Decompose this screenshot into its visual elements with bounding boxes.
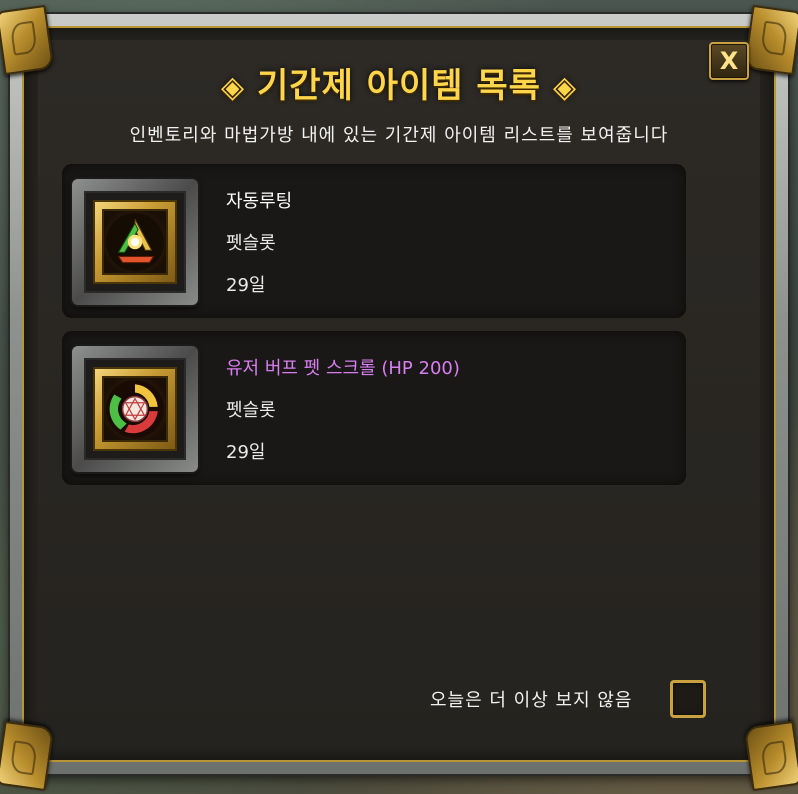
item-type: 펫슬롯 <box>226 233 276 254</box>
item-duration: 29일 <box>226 442 266 463</box>
item-type: 펫슬롯 <box>226 400 276 421</box>
item-row[interactable]: 유저 버프 펫 스크롤 (HP 200) 펫슬롯 29일 <box>62 331 686 485</box>
item-slot <box>72 346 198 472</box>
item-slot-frame <box>84 358 186 460</box>
corner-ornament-bottom-left <box>0 720 55 792</box>
item-name: 유저 버프 펫 스크롤 (HP 200) <box>226 358 460 379</box>
item-slot-frame <box>84 191 186 293</box>
dont-show-today-checkbox[interactable] <box>670 680 706 718</box>
item-slot-gold-border <box>93 200 177 284</box>
item-row[interactable]: 자동루팅 펫슬롯 29일 <box>62 164 686 318</box>
corner-ornament-bottom-right <box>743 720 798 792</box>
dont-show-today-label: 오늘은 더 이상 보지 않음 <box>430 690 633 711</box>
title-diamond-right-icon: ◈ <box>552 70 578 105</box>
auto-loot-icon-graphic <box>106 213 164 271</box>
title-diamond-left-icon: ◈ <box>220 70 246 105</box>
item-name: 자동루팅 <box>226 191 293 212</box>
dialog-title: ◈ 기간제 아이템 목록 ◈ <box>0 58 798 107</box>
auto-loot-icon <box>102 209 168 275</box>
close-button[interactable]: X <box>709 42 749 80</box>
buff-scroll-icon-graphic <box>106 380 164 438</box>
game-scene: ◈ 기간제 아이템 목록 ◈ X 인벤토리와 마법가방 내에 있는 기간제 아이템 … <box>0 0 798 794</box>
item-duration: 29일 <box>226 275 266 296</box>
buff-scroll-icon <box>102 376 168 442</box>
dialog-subtitle: 인벤토리와 마법가방 내에 있는 기간제 아이템 리스트를 보여줍니다 <box>129 125 669 146</box>
item-slot-gold-border <box>93 367 177 451</box>
item-slot <box>72 179 198 305</box>
dialog-title-text: 기간제 아이템 목록 <box>257 66 541 106</box>
